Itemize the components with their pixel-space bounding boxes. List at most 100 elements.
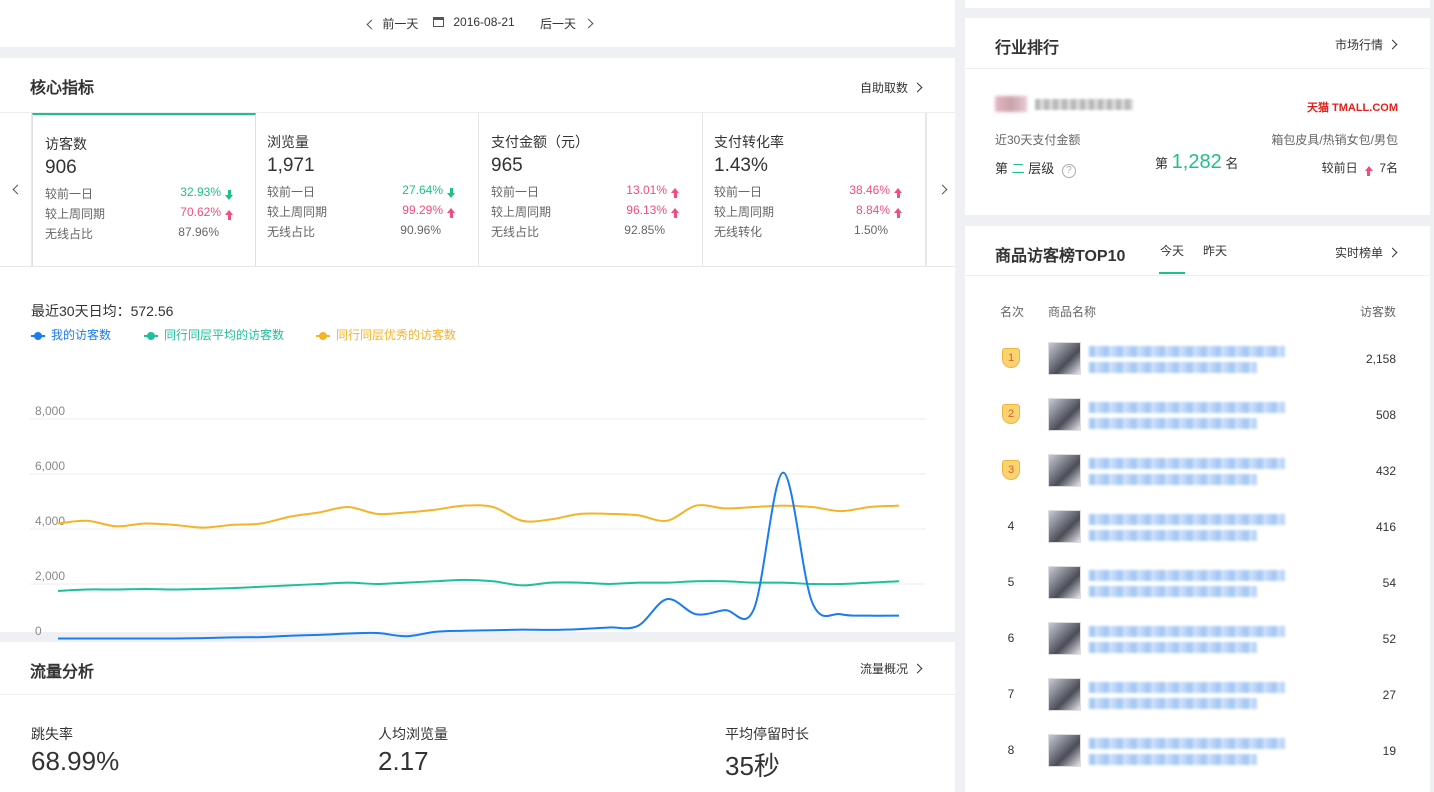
metric-value: 965 bbox=[491, 155, 523, 176]
visitor-count: 52 bbox=[1382, 632, 1396, 646]
table-row[interactable]: 5 54 bbox=[965, 554, 1434, 610]
shop-logo bbox=[995, 96, 1027, 112]
chevron-right-icon bbox=[912, 663, 923, 674]
chevron-right-icon bbox=[912, 82, 923, 93]
realtime-rank-link[interactable]: 实时榜单 bbox=[1335, 244, 1398, 261]
metric-value: 1.43% bbox=[714, 155, 768, 176]
arrow-up-icon bbox=[447, 208, 455, 218]
legend-peer-top[interactable]: 同行同层优秀的访客数 bbox=[316, 326, 456, 343]
metric-row-prev-day: 较前一日 13.01% bbox=[491, 183, 691, 200]
arrow-up-icon bbox=[671, 208, 679, 218]
table-row[interactable]: 8 19 bbox=[965, 722, 1434, 778]
visitor-count: 54 bbox=[1382, 576, 1396, 590]
core-metrics-title: 核心指标 bbox=[30, 80, 95, 97]
product-name-blurred[interactable] bbox=[1089, 346, 1285, 357]
y-tick-label: 0 bbox=[35, 624, 42, 638]
product-name-blurred[interactable] bbox=[1089, 514, 1285, 525]
table-row[interactable]: 3 432 bbox=[965, 442, 1434, 498]
metric-row-last-week: 较上周同期 99.29% bbox=[267, 203, 467, 220]
legend-peer-average[interactable]: 同行同层平均的访客数 bbox=[144, 326, 284, 343]
rank-number: 7 bbox=[1007, 687, 1015, 701]
visitor-count: 2,158 bbox=[1365, 352, 1396, 366]
product-name-blurred[interactable] bbox=[1089, 738, 1285, 749]
tab-yesterday[interactable]: 昨天 bbox=[1203, 242, 1227, 259]
visitors-line-chart: 8,0006,0004,0002,000007-2307-2507-2707-2… bbox=[30, 404, 926, 666]
y-tick-label: 6,000 bbox=[35, 459, 65, 473]
table-row[interactable]: 7 27 bbox=[965, 666, 1434, 722]
y-tick-label: 8,000 bbox=[35, 404, 65, 418]
arrow-up-icon bbox=[894, 188, 902, 198]
calendar-icon bbox=[433, 17, 444, 27]
product-thumbnail[interactable] bbox=[1048, 678, 1081, 711]
top10-card: 商品访客榜TOP10 今天 昨天 实时榜单 名次 商品名称 访客数 1 2,15… bbox=[965, 226, 1430, 792]
product-name-blurred[interactable] bbox=[1089, 626, 1285, 637]
tab-today[interactable]: 今天 bbox=[1159, 242, 1186, 274]
product-name-blurred bbox=[1089, 586, 1257, 597]
metric-card[interactable]: 支付转化率 1.43% 较前一日 38.46% 较上周同期 8.84% 无线转化… bbox=[702, 113, 926, 267]
chevron-left-icon bbox=[366, 19, 377, 30]
core-metrics-card: 核心指标 自助取数 访客数 906 较前一日 32.93% 较上周同期 70.6… bbox=[0, 58, 955, 666]
table-row[interactable]: 2 508 bbox=[965, 386, 1434, 442]
metric-row-wireless: 无线占比 90.96% bbox=[267, 223, 441, 239]
product-thumbnail[interactable] bbox=[1048, 734, 1081, 767]
metrics-next-button[interactable] bbox=[926, 113, 955, 267]
table-row[interactable]: 1 2,158 bbox=[965, 330, 1434, 386]
legend-my-visitors[interactable]: 我的访客数 bbox=[31, 326, 111, 343]
metric-label: 支付转化率 bbox=[714, 134, 784, 150]
rank-medal-icon: 1 bbox=[1002, 348, 1020, 368]
y-tick-label: 4,000 bbox=[35, 514, 65, 528]
product-name-blurred bbox=[1089, 754, 1257, 765]
prev-day-button[interactable]: 前一天 bbox=[366, 15, 418, 32]
product-name-blurred[interactable] bbox=[1089, 402, 1285, 413]
product-name-blurred[interactable] bbox=[1089, 458, 1285, 469]
product-thumbnail[interactable] bbox=[1048, 398, 1081, 431]
help-icon[interactable]: ? bbox=[1061, 164, 1076, 178]
compare-info: 较前日 7名 bbox=[1321, 161, 1398, 176]
chevron-right-icon bbox=[1387, 247, 1398, 258]
next-day-button[interactable]: 后一天 bbox=[540, 15, 594, 32]
metric-row-wireless: 无线转化 1.50% bbox=[714, 223, 888, 239]
arrow-down-icon bbox=[447, 188, 455, 198]
col-visitors-header[interactable]: 访客数 bbox=[1360, 303, 1396, 320]
visitor-count: 27 bbox=[1382, 688, 1396, 702]
arrow-up-icon bbox=[225, 210, 233, 220]
legend-marker-icon bbox=[31, 331, 45, 340]
product-thumbnail[interactable] bbox=[1048, 342, 1081, 375]
table-row[interactable]: 4 416 bbox=[965, 498, 1434, 554]
date-nav-card: 前一天 2016-08-21 后一天 bbox=[0, 0, 955, 47]
product-thumbnail[interactable] bbox=[1048, 510, 1081, 543]
avg-stay-label: 平均停留时长 bbox=[725, 726, 809, 742]
pageviews-per-visitor-label: 人均浏览量 bbox=[378, 726, 448, 742]
average-label: 最近30天日均：572.56 bbox=[31, 303, 174, 319]
metrics-prev-button[interactable] bbox=[0, 113, 32, 267]
product-thumbnail[interactable] bbox=[1048, 622, 1081, 655]
product-thumbnail[interactable] bbox=[1048, 566, 1081, 599]
avg-stay-block: 平均停留时长 35秒 bbox=[725, 724, 809, 783]
avg-stay-value: 35秒 bbox=[725, 751, 780, 781]
metric-row-prev-day: 较前一日 38.46% bbox=[714, 183, 914, 200]
self-service-link[interactable]: 自助取数 bbox=[860, 79, 923, 96]
pageviews-per-visitor-block: 人均浏览量 2.17 bbox=[378, 724, 448, 777]
table-row[interactable]: 6 52 bbox=[965, 610, 1434, 666]
metric-card[interactable]: 访客数 906 较前一日 32.93% 较上周同期 70.62% 无线占比 87… bbox=[32, 113, 256, 267]
metric-card[interactable]: 浏览量 1,971 较前一日 27.64% 较上周同期 99.29% 无线占比 … bbox=[255, 113, 479, 267]
bounce-rate-value: 68.99% bbox=[31, 746, 120, 776]
product-name-blurred[interactable] bbox=[1089, 682, 1285, 693]
visitor-count: 508 bbox=[1375, 408, 1396, 422]
date-picker[interactable]: 2016-08-21 bbox=[433, 15, 515, 29]
flow-overview-link[interactable]: 流量概况 bbox=[860, 660, 923, 677]
header-divider bbox=[0, 694, 955, 695]
product-thumbnail[interactable] bbox=[1048, 454, 1081, 487]
metric-label: 访客数 bbox=[45, 136, 87, 152]
product-name-blurred[interactable] bbox=[1089, 570, 1285, 581]
category-label: 箱包皮具/热销女包/男包 bbox=[1271, 133, 1398, 147]
tier-info: 第 二 层级 ? bbox=[995, 158, 1076, 178]
metric-value: 906 bbox=[45, 157, 77, 178]
metric-card[interactable]: 支付金额（元） 965 较前一日 13.01% 较上周同期 96.13% 无线占… bbox=[479, 113, 703, 267]
legend-marker-icon bbox=[316, 331, 330, 340]
metric-row-prev-day: 较前一日 27.64% bbox=[267, 183, 467, 200]
market-trend-link[interactable]: 市场行情 bbox=[1335, 36, 1398, 53]
top10-title: 商品访客榜TOP10 bbox=[995, 248, 1126, 265]
right-top-strip bbox=[965, 0, 1430, 8]
shop-name bbox=[1035, 99, 1133, 110]
